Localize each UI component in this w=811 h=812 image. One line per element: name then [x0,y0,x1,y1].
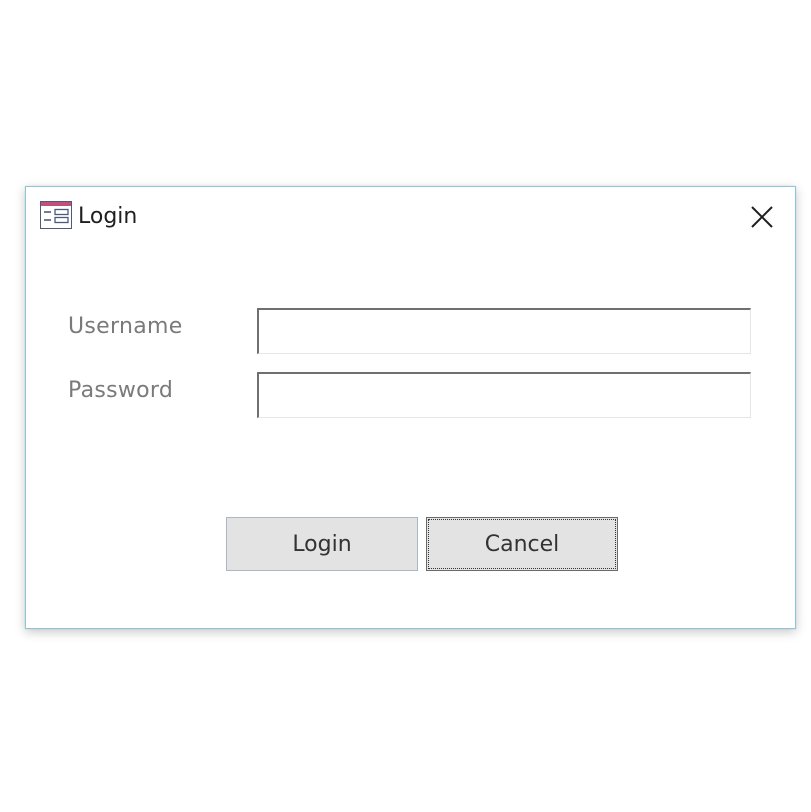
close-button[interactable] [744,199,780,235]
password-label: Password [68,378,174,403]
login-dialog: Login Username Password Login Cancel [25,186,796,629]
title-bar[interactable]: Login [26,187,795,247]
username-label: Username [68,314,183,339]
dialog-title: Login [78,204,138,229]
form-window-icon [40,201,72,229]
username-field[interactable] [257,308,751,354]
cancel-button[interactable]: Cancel [426,517,618,571]
login-button[interactable]: Login [226,517,418,571]
close-icon [751,206,773,228]
password-field[interactable] [257,372,751,418]
